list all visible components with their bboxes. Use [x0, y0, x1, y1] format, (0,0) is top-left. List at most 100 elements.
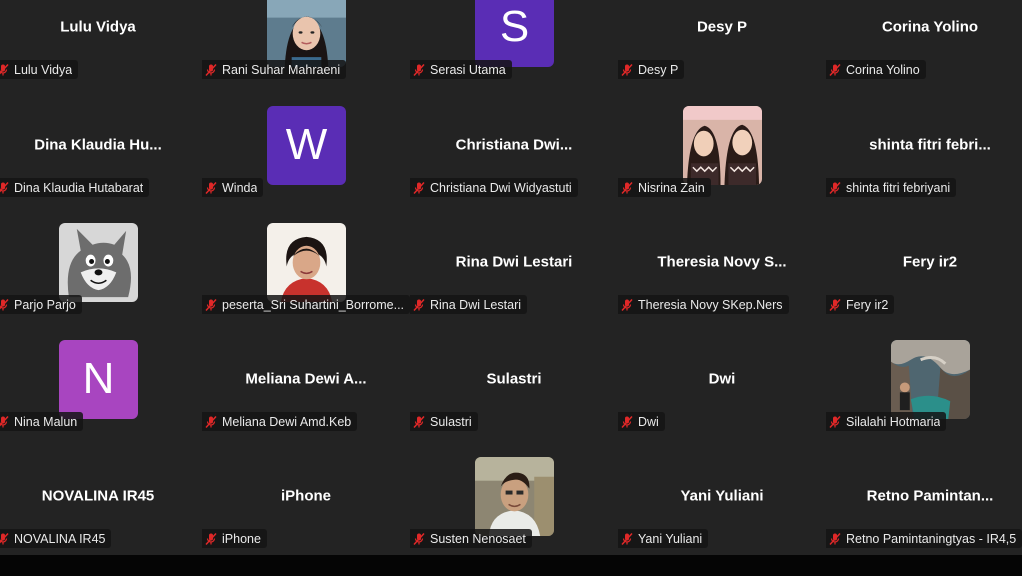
participant-tile[interactable]: shinta fitri febri... shinta fitri febri… — [826, 86, 1022, 203]
mic-muted-icon — [205, 298, 217, 311]
participant-name-label: Sulastri — [430, 414, 472, 429]
participant-photo — [59, 222, 138, 302]
participant-tile[interactable]: W Winda — [202, 86, 410, 203]
video-gallery: Lulu Vidya Lulu Vidya Rani Suhar Mahraen… — [0, 0, 1022, 555]
participant-display-name: Sulastri — [486, 370, 542, 387]
participant-name-label: Meliana Dewi Amd.Keb — [222, 414, 352, 429]
participant-name-tag: Nisrina Zain — [618, 178, 711, 197]
participant-name-label: Rani Suhar Mahraeni — [222, 62, 341, 77]
participant-tile[interactable]: NOVALINA IR45 NOVALINA IR45 — [0, 437, 202, 554]
participant-name-label: Retno Pamintaningtyas - IR4,5 — [846, 531, 1017, 546]
mic-muted-icon — [0, 532, 9, 544]
participant-tile[interactable]: S Serasi Utama — [410, 0, 618, 85]
participant-name-label: Serasi Utama — [430, 62, 506, 77]
mic-muted-icon — [829, 532, 841, 545]
participant-name-tag: peserta_Sri Suhartini_Borrome... — [202, 295, 411, 314]
mic-muted-icon — [205, 415, 217, 428]
participant-name-tag: Winda — [202, 178, 264, 197]
participant-name-tag: Retno Pamintaningtyas - IR4,5 — [826, 529, 1022, 548]
participant-name-tag: Parjo Parjo — [0, 295, 82, 314]
participant-name-label: Fery ir2 — [846, 297, 889, 312]
participant-tile[interactable]: Susten Nenosaet — [410, 437, 618, 554]
avatar-letter: S — [499, 2, 530, 51]
participant-photo — [267, 0, 346, 67]
participant-name-tag: Rina Dwi Lestari — [410, 295, 528, 314]
participant-name-tag: Fery ir2 — [826, 295, 895, 314]
participant-tile[interactable]: iPhone iPhone — [202, 437, 410, 554]
mic-muted-icon — [621, 63, 633, 76]
participant-letter-avatar: N — [59, 339, 138, 419]
participant-letter-avatar: S — [475, 0, 554, 67]
participant-name-tag: Dina Klaudia Hutabarat — [0, 178, 150, 197]
participant-tile[interactable]: Meliana Dewi A... Meliana Dewi Amd.Keb — [202, 320, 410, 437]
participant-tile[interactable]: Silalahi Hotmaria — [826, 320, 1022, 437]
participant-name-label: Susten Nenosaet — [430, 531, 526, 546]
participant-display-name: Retno Pamintan... — [866, 487, 994, 504]
mic-muted-icon — [829, 181, 841, 194]
mic-muted-icon — [829, 415, 841, 428]
participant-photo — [475, 456, 554, 536]
participant-display-name: Corina Yolino — [881, 18, 979, 35]
mic-muted-icon — [413, 532, 425, 545]
participant-tile[interactable]: Theresia Novy S... Theresia Novy SKep.Ne… — [618, 203, 826, 320]
participant-display-name: Christiana Dwi... — [455, 136, 573, 153]
participant-name-tag: Theresia Novy SKep.Ners — [618, 295, 789, 314]
participant-tile[interactable]: Christiana Dwi... Christiana Dwi Widyast… — [410, 86, 618, 203]
participant-photo — [267, 222, 346, 302]
participant-display-name: NOVALINA IR45 — [41, 487, 155, 504]
mic-muted-icon — [413, 181, 425, 194]
participant-name-tag: Rani Suhar Mahraeni — [202, 60, 347, 79]
participant-tile[interactable]: Dwi Dwi — [618, 320, 826, 437]
participant-tile[interactable]: Nisrina Zain — [618, 86, 826, 203]
participant-display-name: Lulu Vidya — [60, 18, 136, 35]
participant-tile[interactable]: Lulu Vidya Lulu Vidya — [0, 0, 202, 85]
mic-muted-icon — [621, 415, 633, 428]
mic-muted-icon — [205, 63, 217, 76]
mic-muted-icon — [621, 298, 633, 311]
participant-name-tag: NOVALINA IR45 — [0, 529, 112, 548]
participant-name-tag: Nina Malun — [0, 412, 84, 431]
participant-tile[interactable]: peserta_Sri Suhartini_Borrome... — [202, 203, 411, 320]
participant-display-name: Theresia Novy S... — [657, 253, 787, 270]
mic-muted-icon — [621, 532, 633, 545]
participant-tile[interactable]: Rina Dwi Lestari Rina Dwi Lestari — [410, 203, 618, 320]
participant-name-label: Theresia Novy SKep.Ners — [638, 297, 783, 312]
participant-display-name: Meliana Dewi A... — [245, 370, 367, 387]
mic-muted-icon — [205, 181, 217, 194]
mic-muted-icon — [621, 181, 633, 194]
participant-tile[interactable]: Rani Suhar Mahraeni — [202, 0, 410, 85]
participant-tile[interactable]: Parjo Parjo — [0, 203, 202, 320]
participant-name-label: Silalahi Hotmaria — [846, 414, 941, 429]
participant-tile[interactable]: Desy P Desy P — [618, 0, 826, 85]
mic-muted-icon — [413, 298, 425, 311]
participant-display-name: Rina Dwi Lestari — [455, 253, 573, 270]
mic-muted-icon — [0, 181, 9, 193]
participant-display-name: Yani Yuliani — [680, 487, 764, 504]
participant-name-tag: Lulu Vidya — [0, 60, 79, 79]
participant-name-label: Corina Yolino — [846, 62, 920, 77]
participant-name-tag: Meliana Dewi Amd.Keb — [202, 412, 358, 431]
participant-name-tag: Dwi — [618, 412, 665, 431]
mic-muted-icon — [413, 63, 425, 76]
participant-name-tag: Susten Nenosaet — [410, 529, 532, 548]
participant-photo — [891, 339, 970, 419]
participant-tile[interactable]: Corina Yolino Corina Yolino — [826, 0, 1022, 85]
participant-tile[interactable]: Sulastri Sulastri — [410, 320, 618, 437]
participant-name-label: NOVALINA IR45 — [14, 531, 106, 546]
participant-photo — [683, 105, 762, 185]
mic-muted-icon — [0, 63, 9, 75]
mic-muted-icon — [829, 298, 841, 311]
participant-name-label: Dina Klaudia Hutabarat — [14, 180, 144, 195]
participant-tile[interactable]: Retno Pamintan... Retno Pamintaningtyas … — [826, 437, 1022, 554]
participant-name-label: shinta fitri febriyani — [846, 180, 951, 195]
participant-display-name: Dina Klaudia Hu... — [34, 136, 162, 153]
participant-name-tag: Sulastri — [410, 412, 478, 431]
participant-name-tag: Silalahi Hotmaria — [826, 412, 947, 431]
participant-tile[interactable]: Dina Klaudia Hu... Dina Klaudia Hutabara… — [0, 86, 202, 203]
participant-name-label: iPhone — [222, 531, 261, 546]
participant-name-tag: Serasi Utama — [410, 60, 512, 79]
participant-tile[interactable]: Fery ir2 Fery ir2 — [826, 203, 1022, 320]
participant-tile[interactable]: N Nina Malun — [0, 320, 202, 437]
participant-tile[interactable]: Yani Yuliani Yani Yuliani — [618, 437, 826, 554]
avatar-letter: W — [285, 120, 328, 169]
